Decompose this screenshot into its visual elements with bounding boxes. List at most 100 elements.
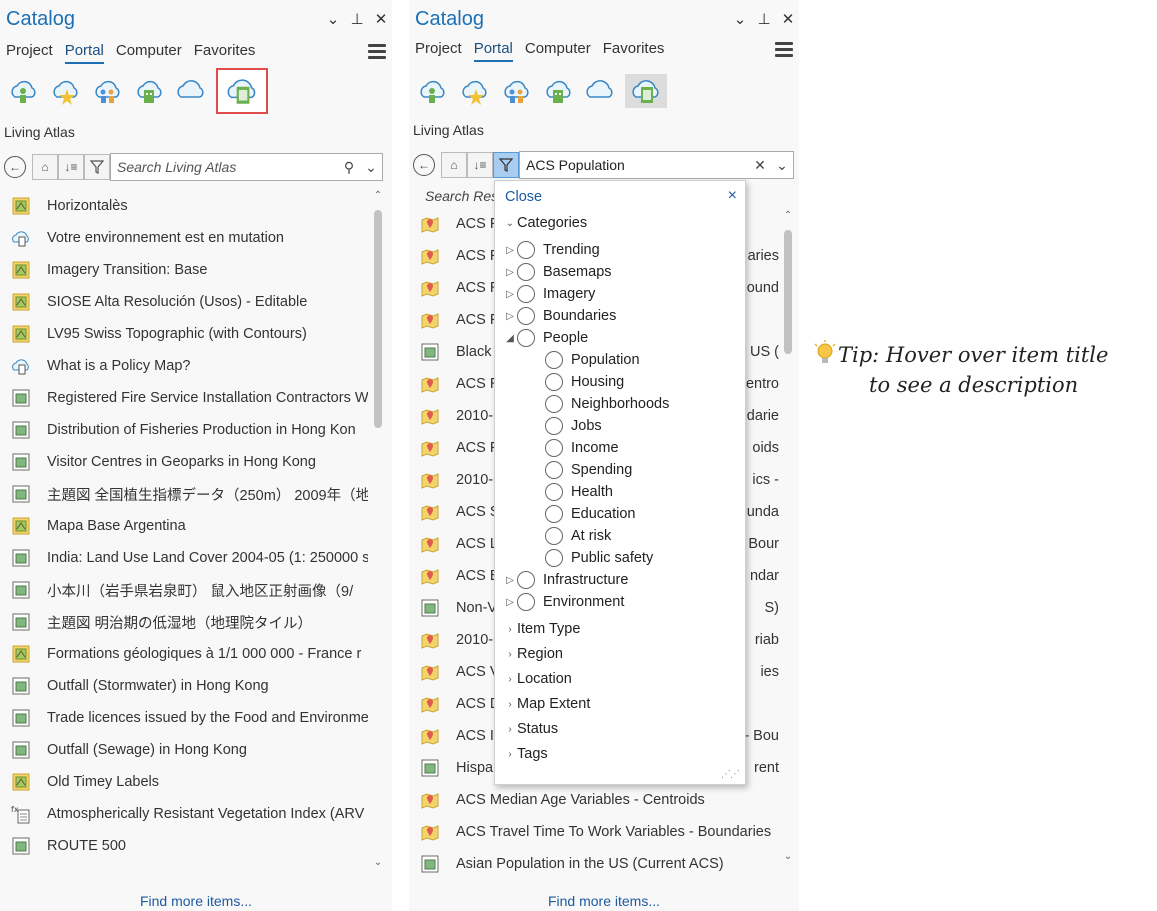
list-item-label[interactable]: Imagery Transition: Base <box>47 262 207 278</box>
collapsed-triangle-icon[interactable]: ▷ <box>503 597 517 608</box>
category-housing[interactable]: Housing <box>545 371 624 393</box>
list-item[interactable]: India: Land Use Land Cover 2004-05 (1: 2… <box>10 542 368 574</box>
list-item-label[interactable]: ACS Median Age Variables - Centroids <box>456 792 779 808</box>
close-icon[interactable]: × <box>728 187 737 205</box>
list-item-label-tail[interactable]: unda <box>747 504 779 520</box>
list-item-label[interactable]: Asian Population in the US (Current ACS) <box>456 856 779 872</box>
arcgis-online-cloud-icon[interactable] <box>583 74 617 108</box>
filter-icon[interactable] <box>493 152 519 178</box>
home-icon[interactable]: ⌂ <box>441 152 467 178</box>
tab-project[interactable]: Project <box>415 40 462 62</box>
list-item[interactable]: Imagery Transition: Base <box>10 254 368 286</box>
chevron-down-icon[interactable]: ⌄ <box>733 10 747 28</box>
tab-portal[interactable]: Portal <box>473 40 513 62</box>
expanded-triangle-icon[interactable]: ◢ <box>503 333 517 344</box>
list-item-label-tail[interactable]: entro <box>746 376 779 392</box>
list-item[interactable]: Outfall (Stormwater) in Hong Kong <box>10 670 368 702</box>
list-item-label[interactable]: 主題図 明治期の低湿地（地理院タイル） <box>47 612 312 633</box>
list-item-label-tail[interactable]: riab <box>755 632 779 648</box>
collapsed-triangle-icon[interactable]: ▷ <box>503 311 517 322</box>
organization-cloud-icon[interactable] <box>541 74 575 108</box>
scroll-down-icon[interactable]: ⌄ <box>372 857 384 868</box>
list-item[interactable]: Distribution of Fisheries Production in … <box>10 414 368 446</box>
scroll-down-icon[interactable]: ⌄ <box>782 851 794 862</box>
tab-portal[interactable]: Portal <box>64 42 104 64</box>
list-item-label-tail[interactable]: rent <box>754 760 779 776</box>
list-item-label[interactable]: Old Timey Labels <box>47 774 159 790</box>
list-item[interactable]: What is a Policy Map? <box>10 350 368 382</box>
chevron-down-icon[interactable]: ⌄ <box>771 157 793 174</box>
list-item-label-tail[interactable]: aries <box>748 248 779 264</box>
category-income[interactable]: Income <box>545 437 619 459</box>
collapsed-triangle-icon[interactable]: ▷ <box>503 289 517 300</box>
list-item[interactable]: Votre environnement est en mutation <box>10 222 368 254</box>
search-input[interactable]: Search Living Atlas ⚲ ⌄ <box>110 153 383 181</box>
list-item[interactable]: Formations géologiques à 1/1 000 000 - F… <box>10 638 368 670</box>
section-item-type[interactable]: › Item Type <box>503 618 580 640</box>
living-atlas-cloud-icon[interactable] <box>216 68 268 114</box>
radio-button[interactable] <box>517 593 535 611</box>
category-trending[interactable]: ▷ Trending <box>503 239 600 261</box>
collapsed-triangle-icon[interactable]: ▷ <box>503 267 517 278</box>
section-location[interactable]: › Location <box>503 668 572 690</box>
tab-favorites[interactable]: Favorites <box>603 40 665 62</box>
radio-button[interactable] <box>517 571 535 589</box>
favorites-cloud-icon[interactable] <box>457 74 491 108</box>
list-item-label[interactable]: Outfall (Sewage) in Hong Kong <box>47 742 247 758</box>
list-item[interactable]: Visitor Centres in Geoparks in Hong Kong <box>10 446 368 478</box>
list-item-label[interactable]: ACS Travel Time To Work Variables - Boun… <box>456 824 779 840</box>
list-item[interactable]: Registered Fire Service Installation Con… <box>10 382 368 414</box>
category-imagery[interactable]: ▷ Imagery <box>503 283 595 305</box>
list-item-label[interactable]: ROUTE 500 <box>47 838 126 854</box>
category-at-risk[interactable]: At risk <box>545 525 611 547</box>
list-item-label-tail[interactable]: US ( <box>750 344 779 360</box>
list-item-label[interactable]: Outfall (Stormwater) in Hong Kong <box>47 678 269 694</box>
radio-button[interactable] <box>517 307 535 325</box>
category-spending[interactable]: Spending <box>545 459 632 481</box>
tab-computer[interactable]: Computer <box>525 40 591 62</box>
clear-icon[interactable]: ✕ <box>749 157 771 174</box>
arcgis-online-cloud-icon[interactable] <box>174 74 208 108</box>
chevron-down-icon[interactable]: ⌄ <box>503 218 517 229</box>
list-item[interactable]: 小本川（岩手県岩泉町） 鼠入地区正射画像（9/ <box>10 574 368 606</box>
list-item[interactable]: Old Timey Labels <box>10 766 368 798</box>
list-item-label[interactable]: Atmospherically Resistant Vegetation Ind… <box>47 806 364 822</box>
back-arrow-icon[interactable]: ← <box>4 156 26 178</box>
radio-button[interactable] <box>517 285 535 303</box>
list-item[interactable]: SIOSE Alta Resolución (Usos) - Editable <box>10 286 368 318</box>
chevron-right-icon[interactable]: › <box>503 674 517 685</box>
list-item[interactable]: Horizontalès <box>10 190 368 222</box>
category-education[interactable]: Education <box>545 503 636 525</box>
categories-header[interactable]: ⌄ Categories <box>503 212 587 234</box>
list-item-label-tail[interactable]: Bour <box>748 536 779 552</box>
category-jobs[interactable]: Jobs <box>545 415 602 437</box>
list-item[interactable]: Trade licences issued by the Food and En… <box>10 702 368 734</box>
radio-button[interactable] <box>545 461 563 479</box>
category-population[interactable]: Population <box>545 349 640 371</box>
radio-button[interactable] <box>545 549 563 567</box>
my-content-cloud-icon[interactable] <box>415 74 449 108</box>
collapsed-triangle-icon[interactable]: ▷ <box>503 245 517 256</box>
radio-button[interactable] <box>545 351 563 369</box>
section-tags[interactable]: › Tags <box>503 743 547 765</box>
tab-favorites[interactable]: Favorites <box>194 42 256 64</box>
category-boundaries[interactable]: ▷ Boundaries <box>503 305 616 327</box>
find-more-link[interactable]: Find more items... <box>0 893 392 909</box>
find-more-link[interactable]: Find more items... <box>409 893 799 909</box>
list-item-label[interactable]: Mapa Base Argentina <box>47 518 186 534</box>
search-icon[interactable]: ⚲ <box>338 159 360 176</box>
list-item[interactable]: fx Atmospherically Resistant Vegetation I… <box>10 798 368 830</box>
groups-cloud-icon[interactable] <box>499 74 533 108</box>
pin-icon[interactable]: ⊥ <box>350 10 364 28</box>
search-input[interactable]: ACS Population ✕ ⌄ <box>519 151 794 179</box>
chevron-right-icon[interactable]: › <box>503 624 517 635</box>
pin-icon[interactable]: ⊥ <box>757 10 771 28</box>
radio-button[interactable] <box>545 417 563 435</box>
category-health[interactable]: Health <box>545 481 613 503</box>
list-item-label[interactable]: Horizontalès <box>47 198 128 214</box>
radio-button[interactable] <box>517 329 535 347</box>
radio-button[interactable] <box>545 505 563 523</box>
list-item-label[interactable]: Votre environnement est en mutation <box>47 230 284 246</box>
list-item-label-tail[interactable]: ound <box>747 280 779 296</box>
sort-icon[interactable]: ↓≡ <box>58 154 84 180</box>
